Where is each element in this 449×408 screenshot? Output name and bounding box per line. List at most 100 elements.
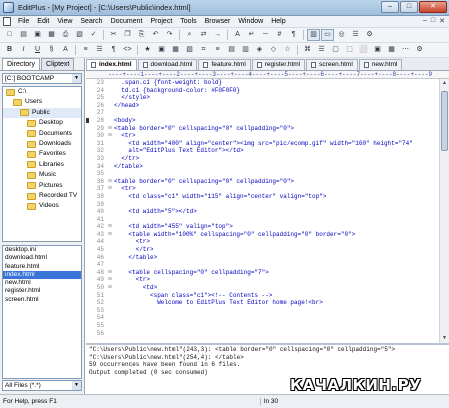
document-tab[interactable]: feature.html <box>198 59 251 70</box>
new-file-icon[interactable]: □ <box>3 29 16 41</box>
open-icon[interactable]: ▤ <box>17 29 30 41</box>
menu-file[interactable]: File <box>14 16 33 28</box>
file-list-item[interactable]: download.html <box>3 254 81 262</box>
file-list-item[interactable]: screen.html <box>3 296 81 304</box>
html-toolbar-button[interactable]: ☰ <box>315 44 328 56</box>
fold-toggle-icon[interactable]: ⊟ <box>106 185 114 193</box>
close-button[interactable]: ✕ <box>419 1 447 13</box>
tree-item[interactable]: Videos <box>3 201 81 211</box>
folder-tree[interactable]: C:\ Users Public Desktop Documents Downloads F… <box>2 86 82 242</box>
fold-toggle-icon[interactable]: ⊟ <box>106 178 114 186</box>
menu-edit[interactable]: Edit <box>33 16 53 28</box>
tree-item[interactable]: Public <box>3 107 81 119</box>
tree-item[interactable]: Pictures <box>3 181 81 191</box>
find-icon[interactable]: ⌕ <box>183 29 196 41</box>
html-toolbar-button[interactable]: ▣ <box>371 44 384 56</box>
scroll-thumb[interactable] <box>441 91 448 151</box>
output-line[interactable]: "C:\Users\Public\new.html"(254,4): </tab… <box>89 354 449 362</box>
fold-toggle-icon[interactable]: ⊟ <box>106 223 114 231</box>
html-toolbar-button[interactable]: ▣ <box>155 44 168 56</box>
doc-close-button[interactable]: ✕ <box>439 17 445 25</box>
redo-icon[interactable]: ↷ <box>163 29 176 41</box>
html-toolbar-button[interactable]: ⌘ <box>301 44 314 56</box>
cliptext-icon[interactable]: ☰ <box>349 29 362 41</box>
print-preview-icon[interactable]: ▧ <box>73 29 86 41</box>
scroll-up-icon[interactable]: ▲ <box>440 79 449 88</box>
ruler-icon[interactable]: ─ <box>259 29 272 41</box>
save-icon[interactable]: ▣ <box>31 29 44 41</box>
html-toolbar-button[interactable]: ▤ <box>225 44 238 56</box>
word-wrap-icon[interactable]: ↵ <box>245 29 258 41</box>
drive-select[interactable]: [C:] BOOTCAMP ▼ <box>2 73 82 84</box>
menu-search[interactable]: Search <box>76 16 106 28</box>
tree-item[interactable]: Documents <box>3 129 81 139</box>
chevron-down-icon[interactable]: ▼ <box>72 381 81 390</box>
tree-item[interactable]: Favorites <box>3 149 81 159</box>
save-all-icon[interactable]: ▦ <box>45 29 58 41</box>
html-toolbar-button[interactable]: <> <box>121 44 134 56</box>
chevron-down-icon[interactable]: ▼ <box>72 74 81 83</box>
document-tab[interactable]: register.html <box>251 59 306 70</box>
document-tab[interactable]: new.html <box>358 59 403 70</box>
menu-window[interactable]: Window <box>234 16 267 28</box>
output-line[interactable]: Output completed (0 sec consumed) <box>89 369 449 377</box>
fold-toggle-icon[interactable]: ⊟ <box>106 132 114 140</box>
html-toolbar-button[interactable]: ≡ <box>211 44 224 56</box>
document-tab[interactable]: download.html <box>137 59 198 70</box>
menu-help[interactable]: Help <box>267 16 289 28</box>
replace-icon[interactable]: ⇄ <box>197 29 210 41</box>
html-toolbar-button[interactable]: U <box>31 44 44 56</box>
undo-icon[interactable]: ↶ <box>149 29 162 41</box>
fold-toggle-icon[interactable]: ⊟ <box>106 276 114 284</box>
menu-tools[interactable]: Tools <box>176 16 200 28</box>
html-toolbar-button[interactable]: ★ <box>141 44 154 56</box>
file-list-item[interactable]: index.html <box>3 270 81 280</box>
code-editor[interactable]: 23 .span.c1 {font-weight: bold} 24 td.c1 … <box>86 79 439 343</box>
fold-toggle-icon[interactable]: ⊟ <box>106 269 114 277</box>
tree-item[interactable]: Music <box>3 170 81 180</box>
tree-item[interactable]: Recorded TV <box>3 191 81 201</box>
tree-item[interactable]: C:\ <box>3 87 81 97</box>
html-toolbar-button[interactable]: B <box>3 44 16 56</box>
html-toolbar-button[interactable]: ▥ <box>239 44 252 56</box>
paste-icon[interactable]: ⎘ <box>135 29 148 41</box>
fold-toggle-icon[interactable]: ⊟ <box>106 284 114 292</box>
minimize-button[interactable]: – <box>381 1 399 13</box>
file-list[interactable]: desktop.ini download.html feature.html inde… <box>2 245 82 379</box>
menu-browser[interactable]: Browser <box>201 16 235 28</box>
file-list-item[interactable]: desktop.ini <box>3 246 81 254</box>
line-number-icon[interactable]: # <box>273 29 286 41</box>
html-toolbar-button[interactable]: ◇ <box>267 44 280 56</box>
html-toolbar-button[interactable]: ⌗ <box>197 44 210 56</box>
html-toolbar-button[interactable]: I <box>17 44 30 56</box>
html-toolbar-button[interactable]: ☰ <box>93 44 106 56</box>
menu-project[interactable]: Project <box>146 16 176 28</box>
html-toolbar-button[interactable]: A <box>59 44 72 56</box>
document-tab[interactable]: screen.html <box>306 59 358 70</box>
html-toolbar-button[interactable]: ¶ <box>107 44 120 56</box>
html-toolbar-button[interactable]: ▢ <box>329 44 342 56</box>
tree-item[interactable]: Users <box>3 97 81 107</box>
print-icon[interactable]: ⎙ <box>59 29 72 41</box>
tab-directory[interactable]: Directory <box>2 58 41 70</box>
file-list-item[interactable]: new.html <box>3 279 81 287</box>
maximize-button[interactable]: □ <box>400 1 418 13</box>
copy-icon[interactable]: ❐ <box>121 29 134 41</box>
output-icon[interactable]: ▭ <box>321 29 334 41</box>
tree-item[interactable]: Libraries <box>3 160 81 170</box>
scroll-down-icon[interactable]: ▼ <box>440 334 449 343</box>
html-toolbar-button[interactable]: ▦ <box>169 44 182 56</box>
browser-icon[interactable]: ◎ <box>335 29 348 41</box>
directory-icon[interactable]: ▥ <box>307 29 320 41</box>
html-toolbar-button[interactable]: ☆ <box>281 44 294 56</box>
vertical-scrollbar[interactable]: ▲ ▼ <box>439 79 449 343</box>
html-toolbar-button[interactable]: ⚙ <box>413 44 426 56</box>
fold-toggle-icon[interactable]: ⊟ <box>106 231 114 239</box>
cut-icon[interactable]: ✂ <box>107 29 120 41</box>
doc-restore-button[interactable]: □ <box>431 17 435 25</box>
goto-icon[interactable]: → <box>211 29 224 41</box>
output-line[interactable]: 59 occurrences have been found in 6 file… <box>89 361 449 369</box>
doc-minimize-button[interactable]: – <box>423 17 427 25</box>
document-tab[interactable]: index.html <box>86 59 137 70</box>
file-filter-select[interactable]: All Files (*.*) ▼ <box>2 380 82 391</box>
